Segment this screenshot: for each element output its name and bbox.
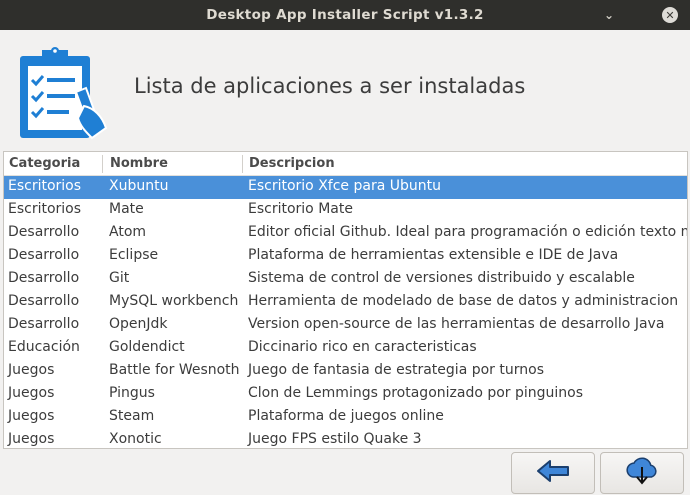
- cell-nombre: MySQL workbench: [109, 293, 239, 309]
- cell-nombre: Xonotic: [109, 431, 162, 447]
- cell-descripcion: Diccinario rico en caracteristicas: [248, 339, 477, 355]
- cell-categoria: Desarrollo: [8, 293, 80, 309]
- table-row[interactable]: Educación Goldendict Diccinario rico en …: [4, 337, 687, 360]
- table-row[interactable]: Juegos Battle for Wesnoth Juego de fanta…: [4, 360, 687, 383]
- cell-descripcion: Editor oficial Github. Ideal para progra…: [248, 224, 688, 240]
- cell-nombre: Steam: [109, 408, 155, 424]
- back-button[interactable]: [511, 452, 595, 494]
- table-header: Categoria Nombre Descripcion: [4, 152, 687, 176]
- table-row[interactable]: Escritorios Mate Escritorio Mate: [4, 199, 687, 222]
- cell-categoria: Desarrollo: [8, 316, 80, 332]
- clipboard-checklist-icon: [14, 46, 118, 140]
- cell-nombre: Battle for Wesnoth: [109, 362, 240, 378]
- cell-descripcion: Juego FPS estilo Quake 3: [248, 431, 422, 447]
- cell-descripcion: Herramienta de modelado de base de datos…: [248, 293, 679, 309]
- table-row[interactable]: Juegos Pingus Clon de Lemmings protagoni…: [4, 383, 687, 406]
- cell-categoria: Desarrollo: [8, 247, 80, 263]
- cell-nombre: Mate: [109, 201, 144, 217]
- table-row[interactable]: Desarrollo MySQL workbench Herramienta d…: [4, 291, 687, 314]
- cell-descripcion: Plataforma de herramientas extensible e …: [248, 247, 619, 263]
- table-row[interactable]: Desarrollo Eclipse Plataforma de herrami…: [4, 245, 687, 268]
- table-row[interactable]: Juegos Xonotic Juego FPS estilo Quake 3: [4, 429, 687, 448]
- window-titlebar[interactable]: Desktop App Installer Script v1.3.2 ⌄ ✕: [0, 0, 690, 30]
- cell-nombre: Goldendict: [109, 339, 185, 355]
- cell-categoria: Desarrollo: [8, 224, 80, 240]
- table-row[interactable]: Desarrollo OpenJdk Version open-source d…: [4, 314, 687, 337]
- cell-descripcion: Escritorio Mate: [248, 201, 353, 217]
- cell-descripcion: Sistema de control de versiones distribu…: [248, 270, 635, 286]
- column-header-nombre[interactable]: Nombre: [110, 156, 168, 171]
- cell-nombre: Git: [109, 270, 130, 286]
- install-button[interactable]: [600, 452, 684, 494]
- cell-nombre: Eclipse: [109, 247, 159, 263]
- cell-descripcion: Escritorio Xfce para Ubuntu: [248, 178, 441, 194]
- table-row[interactable]: Desarrollo Atom Editor oficial Github. I…: [4, 222, 687, 245]
- cell-categoria: Juegos: [8, 431, 55, 447]
- cell-descripcion: Version open-source de las herramientas …: [248, 316, 665, 332]
- cell-nombre: Xubuntu: [109, 178, 169, 194]
- cell-categoria: Escritorios: [8, 201, 82, 217]
- cell-nombre: Atom: [109, 224, 147, 240]
- arrow-left-icon: [536, 459, 570, 487]
- cell-categoria: Educación: [8, 339, 80, 355]
- cell-categoria: Juegos: [8, 408, 55, 424]
- cell-nombre: Pingus: [109, 385, 155, 401]
- column-header-descripcion[interactable]: Descripcion: [249, 156, 335, 171]
- cell-categoria: Juegos: [8, 385, 55, 401]
- minimize-button[interactable]: ⌄: [601, 7, 617, 23]
- main-window-content: Lista de aplicaciones a ser instaladas C…: [0, 30, 690, 495]
- cell-categoria: Desarrollo: [8, 270, 80, 286]
- table-row[interactable]: Escritorios Xubuntu Escritorio Xfce para…: [4, 176, 687, 199]
- cell-descripcion: Clon de Lemmings protagonizado por pingu…: [248, 385, 584, 401]
- close-button[interactable]: ✕: [662, 7, 678, 23]
- table-row[interactable]: Desarrollo Git Sistema de control de ver…: [4, 268, 687, 291]
- cell-descripcion: Plataforma de juegos online: [248, 408, 444, 424]
- column-divider[interactable]: [102, 155, 103, 173]
- page-title: Lista de aplicaciones a ser instaladas: [134, 74, 526, 98]
- table-row[interactable]: Juegos Steam Plataforma de juegos online: [4, 406, 687, 429]
- cloud-download-icon: [624, 455, 660, 491]
- window-title: Desktop App Installer Script v1.3.2: [206, 7, 484, 23]
- cell-nombre: OpenJdk: [109, 316, 168, 332]
- cell-categoria: Escritorios: [8, 178, 82, 194]
- cell-descripcion: Juego de fantasia de estrategia por turn…: [248, 362, 544, 378]
- applications-table[interactable]: Categoria Nombre Descripcion Escritorios…: [3, 151, 688, 449]
- cell-categoria: Juegos: [8, 362, 55, 378]
- column-divider[interactable]: [242, 155, 243, 173]
- column-header-categoria[interactable]: Categoria: [9, 156, 80, 171]
